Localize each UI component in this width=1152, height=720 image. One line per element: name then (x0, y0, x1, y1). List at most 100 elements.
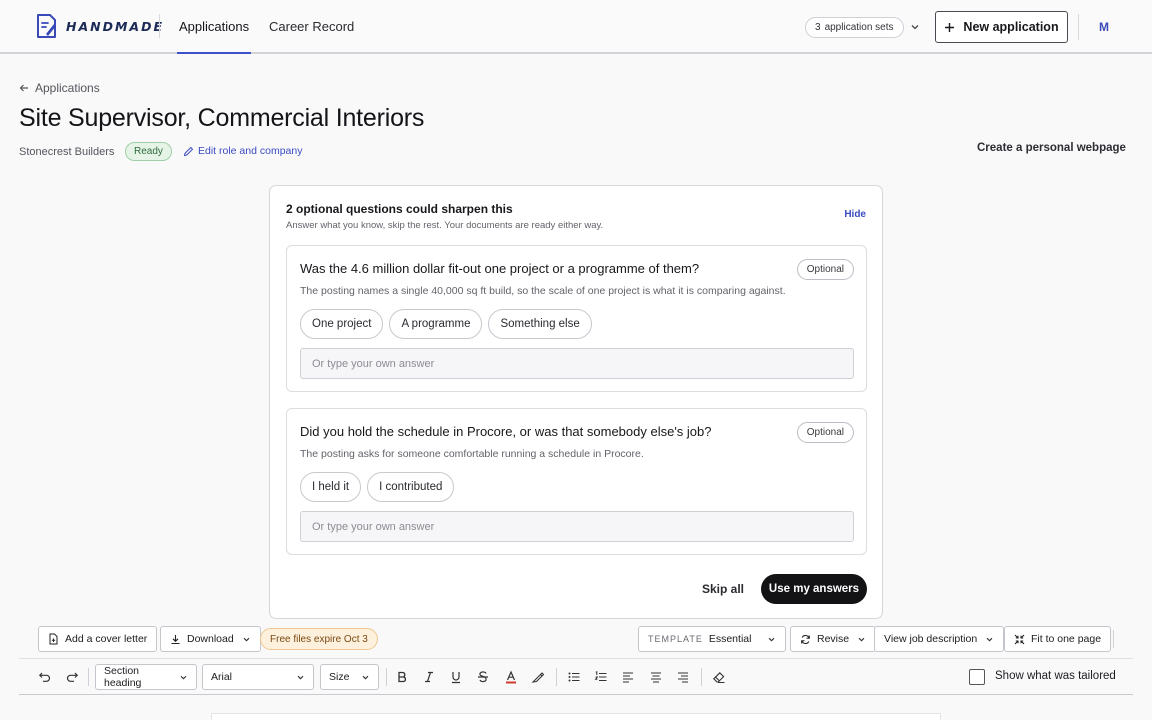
underline-icon[interactable] (448, 669, 464, 685)
panel-subtitle: Answer what you know, skip the rest. You… (286, 220, 604, 231)
nav-tab-label: Applications (179, 19, 250, 34)
view-job-description-label: View job description (884, 633, 978, 645)
avatar[interactable]: M (1092, 16, 1116, 38)
bold-icon[interactable] (394, 669, 410, 685)
question-card: Was the 4.6 million dollar fit-out one p… (286, 245, 867, 392)
nav-tab-applications[interactable]: Applications (176, 0, 252, 54)
edit-role-link[interactable]: Edit role and company (183, 145, 302, 157)
template-label: TEMPLATE (648, 634, 703, 644)
panel-title: 2 optional questions could sharpen this (286, 202, 513, 216)
header-divider (159, 14, 160, 38)
align-right-icon[interactable] (675, 669, 691, 685)
numbered-list-icon[interactable] (593, 669, 609, 685)
document-page[interactable] (211, 713, 941, 720)
view-job-description-button[interactable]: View job description (874, 626, 1005, 652)
template-value: Essential (708, 633, 752, 645)
toolbar-row-divider (19, 658, 1133, 659)
company-name: Stonecrest Builders (19, 146, 115, 158)
chevron-down-icon[interactable] (909, 20, 921, 34)
option-chip-i-held-it[interactable]: I held it (300, 472, 362, 502)
show-tailored-label: Show what was tailored (995, 670, 1116, 682)
bullet-list-icon[interactable] (566, 669, 582, 685)
brand-logo[interactable]: HANDMADE (34, 12, 164, 40)
page-title: Site Supervisor, Commercial Interiors (19, 104, 425, 132)
font-size-value: Size (329, 671, 350, 683)
align-center-icon[interactable] (648, 669, 664, 685)
compress-icon (1014, 634, 1025, 644)
create-personal-webpage-link[interactable]: Create a personal webpage (977, 142, 1126, 154)
clear-formatting-icon[interactable] (711, 669, 727, 685)
top-bar: HANDMADE Applications Career Record 3 ap… (0, 0, 1152, 54)
toolbar-divider (88, 668, 89, 686)
download-button[interactable]: Download (160, 626, 261, 652)
text-color-icon[interactable] (503, 669, 519, 685)
fit-to-one-page-label: Fit to one page (1031, 633, 1102, 645)
revise-button[interactable]: Revise (790, 626, 877, 652)
show-tailored-checkbox[interactable] (969, 669, 985, 685)
chevron-down-icon (986, 637, 993, 641)
new-application-button[interactable]: New application (935, 11, 1068, 43)
nav-tab-label: Career Record (269, 19, 355, 34)
arrow-left-icon (19, 84, 28, 92)
option-chip-a-programme[interactable]: A programme (389, 309, 483, 339)
toolbar-divider (701, 668, 702, 686)
toolbar-divider (386, 668, 387, 686)
download-icon (171, 634, 180, 644)
answer-options: One project A programme Something else (300, 309, 592, 339)
optional-badge: Optional (796, 259, 854, 280)
chevron-down-icon (768, 637, 775, 641)
sets-count: 3 (815, 22, 821, 33)
font-select[interactable]: Arial (202, 664, 314, 690)
download-label: Download (187, 633, 234, 645)
brand-name: HANDMADE (66, 18, 165, 34)
pencil-icon (183, 146, 194, 156)
option-chip-something-else[interactable]: Something else (488, 309, 592, 339)
chevron-down-icon (858, 637, 865, 641)
redo-icon[interactable] (64, 669, 80, 685)
font-value: Arial (211, 671, 233, 683)
application-sets-pill[interactable]: 3 application sets (805, 17, 904, 38)
refresh-icon (801, 634, 810, 644)
optional-badge: Optional (796, 422, 854, 443)
add-cover-letter-button[interactable]: Add a cover letter (38, 626, 158, 652)
skip-all-button[interactable]: Skip all (702, 582, 744, 596)
undo-icon[interactable] (37, 669, 53, 685)
breadcrumb[interactable]: Applications (19, 81, 100, 95)
align-left-icon[interactable] (620, 669, 636, 685)
toolbar-divider (556, 668, 557, 686)
plus-icon (945, 22, 955, 32)
highlighter-icon[interactable] (530, 669, 546, 685)
option-chip-i-contributed[interactable]: I contributed (367, 472, 455, 502)
question-text: Did you hold the schedule in Procore, or… (300, 424, 712, 439)
custom-answer-input[interactable] (300, 511, 854, 542)
chevron-down-icon (180, 675, 187, 679)
block-style-select[interactable]: Section heading (95, 664, 197, 690)
breadcrumb-label: Applications (35, 81, 100, 95)
edit-role-label: Edit role and company (198, 145, 303, 157)
use-my-answers-button[interactable]: Use my answers (761, 574, 867, 604)
option-chip-one-project[interactable]: One project (300, 309, 384, 339)
question-card: Did you hold the schedule in Procore, or… (286, 408, 867, 555)
chevron-down-icon (243, 637, 250, 641)
template-select[interactable]: TEMPLATE Essential (638, 626, 786, 652)
nav-tab-career-record[interactable]: Career Record (269, 0, 354, 53)
free-files-badge: Free files expire Oct 3 (260, 628, 378, 650)
custom-answer-input[interactable] (300, 348, 854, 379)
question-text: Was the 4.6 million dollar fit-out one p… (300, 261, 700, 276)
fit-to-one-page-button[interactable]: Fit to one page (1004, 626, 1112, 652)
sets-label: application sets (824, 22, 894, 33)
header-divider (1078, 14, 1079, 40)
file-plus-icon (49, 633, 58, 645)
editor-divider (19, 694, 1133, 695)
template-select-content: TEMPLATE Essential (648, 633, 751, 645)
question-note: The posting asks for someone comfortable… (300, 448, 644, 460)
hide-button[interactable]: Hide (844, 209, 866, 220)
new-application-label: New application (963, 20, 1059, 34)
status-badge: Ready (125, 142, 172, 161)
revise-label: Revise (817, 633, 850, 645)
font-size-select[interactable]: Size (320, 664, 379, 690)
italic-icon[interactable] (421, 669, 437, 685)
question-note: The posting names a single 40,000 sq ft … (300, 285, 786, 297)
add-cover-letter-label: Add a cover letter (65, 633, 148, 645)
strikethrough-icon[interactable] (475, 669, 491, 685)
